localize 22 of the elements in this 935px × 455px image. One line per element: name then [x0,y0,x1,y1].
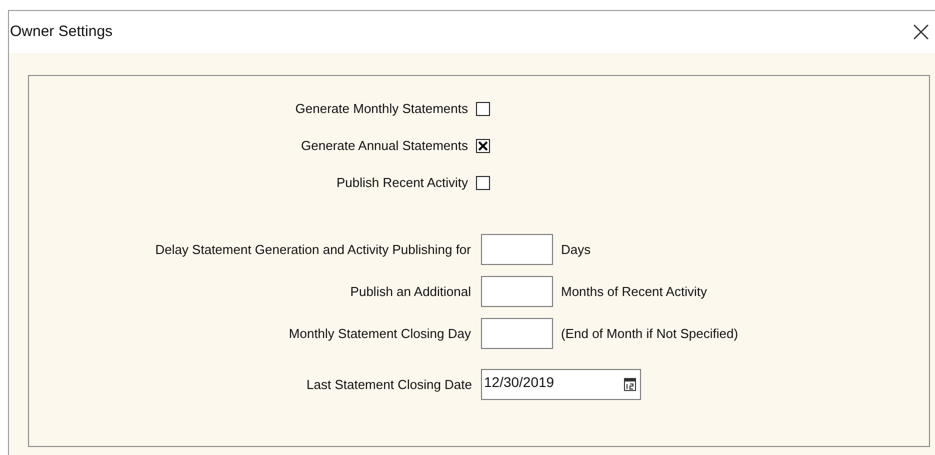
checkbox[interactable] [476,176,490,190]
checkbox[interactable] [476,139,490,153]
checkbox-label: Publish Recent Activity [335,174,469,192]
input-field[interactable] [481,234,553,265]
date-label: Last Statement Closing Date [306,376,473,394]
close-icon [913,24,929,40]
field-label: Publish an Additional [349,282,472,301]
field-label: Monthly Statement Closing Day [288,324,472,343]
input-field[interactable] [481,276,553,307]
checkbox-label: Generate Annual Statements [300,137,469,156]
input-field[interactable] [481,318,553,349]
calendar-icon[interactable] [624,378,636,391]
check-cross-icon [478,141,488,151]
window-title: Owner Settings [10,22,113,42]
checkbox-label: Generate Monthly Statements [294,100,469,118]
checkbox[interactable] [476,102,490,116]
field-suffix: (End of Month if Not Specified) [560,324,738,343]
field-suffix: Months of Recent Activity [560,282,707,301]
field-label: Delay Statement Generation and Activity Publishing for [154,240,472,259]
date-field[interactable]: 12/30/2019 [481,369,641,400]
date-value: 12/30/2019 [484,373,554,392]
field-suffix: Days [560,240,591,259]
